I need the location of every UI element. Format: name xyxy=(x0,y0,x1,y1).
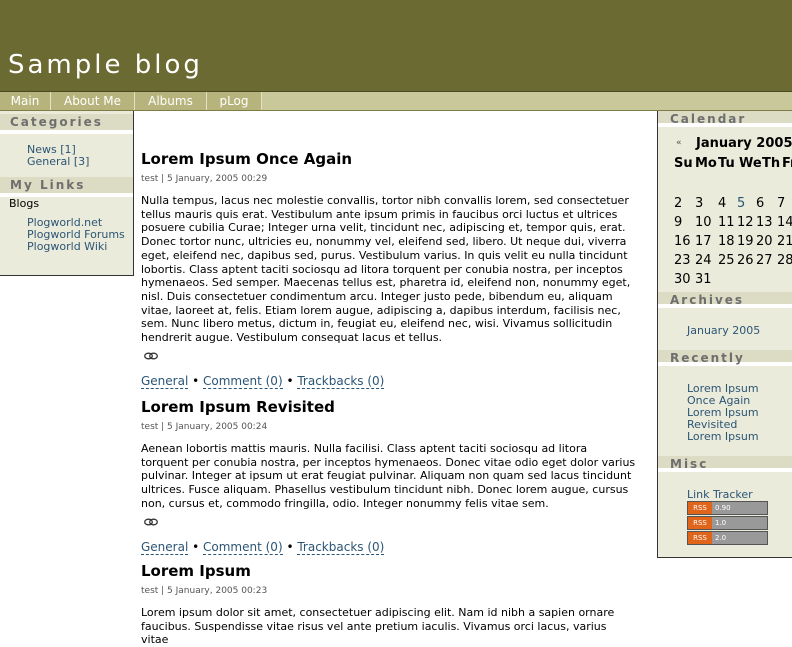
calendar-day: 2 xyxy=(674,196,683,211)
site-header: Sample blog xyxy=(0,0,792,92)
separator: • xyxy=(188,373,204,388)
calendar-heading: Calendar xyxy=(658,111,792,127)
trackbacks-link[interactable]: Trackbacks (0) xyxy=(297,373,385,389)
calendar-day: 24 xyxy=(695,253,712,268)
calendar-day: 18 xyxy=(718,234,735,249)
separator: • xyxy=(188,539,204,554)
calendar-day: 12 xyxy=(737,215,754,230)
calendar-day: 28 xyxy=(777,253,792,268)
site-title[interactable]: Sample blog xyxy=(8,50,203,80)
weekday-tu: Tu xyxy=(718,156,735,171)
post-2: Lorem Ipsum Revisited test | 5 January, … xyxy=(141,398,636,555)
calendar-day: 10 xyxy=(695,215,712,230)
post-meta: test | 5 January, 2005 00:29 xyxy=(141,174,268,184)
recent-post-link[interactable]: Lorem Ipsum Revisited xyxy=(687,407,787,431)
post-category-link[interactable]: General xyxy=(141,373,189,389)
permalink-icon[interactable] xyxy=(144,352,158,360)
calendar-day: 3 xyxy=(695,196,704,211)
category-general-link[interactable]: General [3] xyxy=(0,156,133,168)
calendar-day: 23 xyxy=(674,253,691,268)
comment-link[interactable]: Comment (0) xyxy=(203,539,283,555)
rss-version: 2.0 xyxy=(715,534,727,542)
nav-albums[interactable]: Albums xyxy=(135,92,207,110)
calendar-day: 17 xyxy=(695,234,712,249)
post-title[interactable]: Lorem Ipsum Revisited xyxy=(141,398,636,416)
rss-label: RSS xyxy=(688,532,712,544)
nav-about-me[interactable]: About Me xyxy=(51,92,135,110)
calendar-day: 9 xyxy=(674,215,683,230)
prev-month-link[interactable]: « xyxy=(676,138,682,148)
rss-version: 0.90 xyxy=(715,504,731,512)
misc-heading: Misc xyxy=(658,456,792,472)
weekday-mo: Mo xyxy=(695,156,717,171)
comment-link[interactable]: Comment (0) xyxy=(203,373,283,389)
separator: • xyxy=(282,373,298,388)
post-body: Aenean lobortis mattis mauris. Nulla fac… xyxy=(141,442,636,510)
recent-post-link[interactable]: Lorem Ipsum Once Again xyxy=(687,383,787,407)
rss-090-button[interactable]: RSS 0.90 xyxy=(687,501,768,515)
weekday-we: We xyxy=(739,156,762,171)
calendar-day: 31 xyxy=(695,272,712,287)
rss-label: RSS xyxy=(688,502,712,514)
post-category-link[interactable]: General xyxy=(141,539,189,555)
post-footer: General • Comment (0) • Trackbacks (0) xyxy=(141,373,636,389)
right-sidebar: Calendar « January 2005 Su Mo Tu We Th F… xyxy=(657,111,792,558)
main-nav: Main About Me Albums pLog xyxy=(0,92,792,111)
post-title[interactable]: Lorem Ipsum Once Again xyxy=(141,150,636,168)
post-footer: General • Comment (0) • Trackbacks (0) xyxy=(141,539,636,555)
my-links-heading: My Links xyxy=(0,177,133,197)
rss-10-button[interactable]: RSS 1.0 xyxy=(687,516,768,530)
calendar-day: 4 xyxy=(718,196,727,211)
calendar-day: 14 xyxy=(777,215,792,230)
separator: • xyxy=(282,539,298,554)
recent-post-link[interactable]: Lorem Ipsum xyxy=(687,431,787,443)
post-title[interactable]: Lorem Ipsum xyxy=(141,562,636,580)
recently-heading: Recently xyxy=(658,350,792,366)
calendar-day: 26 xyxy=(737,253,754,268)
calendar-day: 25 xyxy=(718,253,735,268)
weekday-su: Su xyxy=(674,156,693,171)
calendar-day: 16 xyxy=(674,234,691,249)
calendar-day: 19 xyxy=(737,234,754,249)
calendar-month: January 2005 xyxy=(696,136,792,151)
post-body: Lorem ipsum dolor sit amet, consectetuer… xyxy=(141,606,615,647)
calendar-day-link[interactable]: 5 xyxy=(737,196,745,211)
calendar-day: 21 xyxy=(777,234,792,249)
trackbacks-link[interactable]: Trackbacks (0) xyxy=(297,539,385,555)
categories-heading: Categories xyxy=(0,114,133,134)
post-body: Nulla tempus, lacus nec molestie convall… xyxy=(141,194,631,345)
calendar-day: 30 xyxy=(674,272,691,287)
calendar-day: 20 xyxy=(756,234,773,249)
post-1: Lorem Ipsum Once Again test | 5 January,… xyxy=(141,150,636,389)
archives-heading: Archives xyxy=(658,292,792,308)
nav-plog[interactable]: pLog xyxy=(207,92,262,110)
rss-version: 1.0 xyxy=(715,519,727,527)
permalink-icon[interactable] xyxy=(144,518,158,526)
link-tracker-link[interactable]: Link Tracker xyxy=(687,489,787,501)
calendar-day: 27 xyxy=(756,253,773,268)
rss-20-button[interactable]: RSS 2.0 xyxy=(687,531,768,545)
nav-main[interactable]: Main xyxy=(0,92,51,110)
calendar-day: 6 xyxy=(756,196,765,211)
archive-link[interactable]: January 2005 xyxy=(687,325,787,337)
post-meta: test | 5 January, 2005 00:23 xyxy=(141,586,268,596)
rss-label: RSS xyxy=(688,517,712,529)
link-plogworld-wiki[interactable]: Plogworld Wiki xyxy=(0,241,133,253)
links-group-label: Blogs xyxy=(9,197,40,210)
left-sidebar: Categories News [1] General [3] My Links… xyxy=(0,111,134,276)
post-3: Lorem Ipsum test | 5 January, 2005 00:23… xyxy=(141,562,636,647)
weekday-th: Th xyxy=(762,156,781,171)
weekday-fr: Fr xyxy=(782,156,792,171)
calendar-day: 7 xyxy=(777,196,786,211)
calendar-day: 13 xyxy=(756,215,773,230)
post-meta: test | 5 January, 2005 00:24 xyxy=(141,422,268,432)
calendar-day: 11 xyxy=(718,215,735,230)
